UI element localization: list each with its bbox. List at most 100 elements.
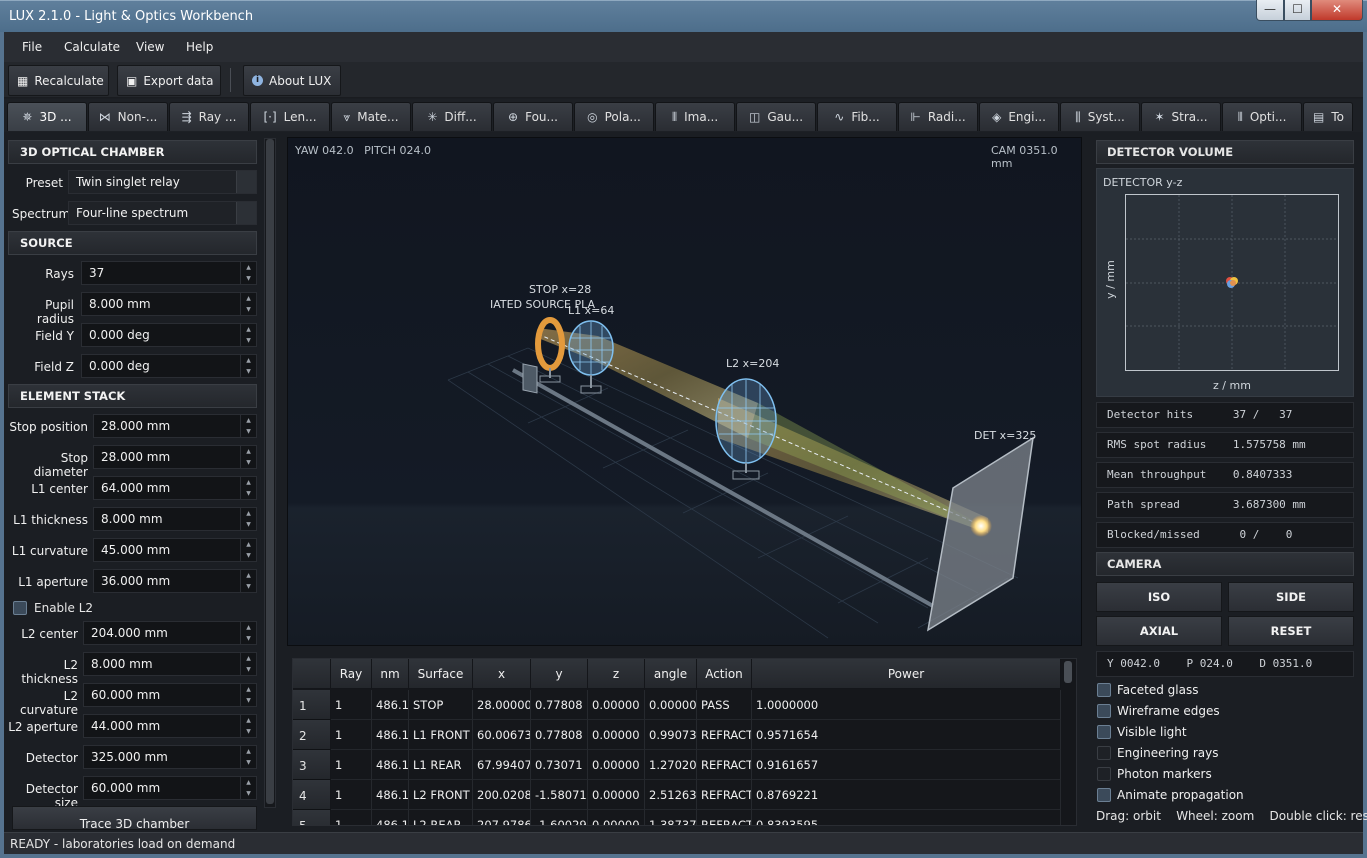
tab-material[interactable]: ⩔ Mate... bbox=[331, 102, 411, 131]
spin-arrows[interactable]: ▲ ▼ bbox=[240, 539, 256, 561]
visible-light-checkbox[interactable] bbox=[1097, 725, 1111, 739]
l2-thickness-spinbox[interactable]: 8.000 mm ▲ ▼ bbox=[83, 652, 257, 676]
tab-tools[interactable]: ▤ To bbox=[1303, 102, 1353, 131]
table-cell[interactable]: 1 bbox=[331, 750, 372, 780]
table-cell[interactable]: 0.00000 bbox=[645, 690, 697, 720]
field-y-spinbox[interactable]: 0.000 deg ▲ ▼ bbox=[81, 323, 257, 347]
menu-calculate[interactable]: Calculate bbox=[64, 40, 120, 54]
table-cell[interactable]: 0.73071 bbox=[531, 750, 588, 780]
column-header[interactable]: y bbox=[531, 659, 588, 689]
spin-arrows[interactable]: ▲ ▼ bbox=[240, 653, 256, 675]
spin-arrows[interactable]: ▲ ▼ bbox=[240, 415, 256, 437]
spectrum-select[interactable]: Four-line spectrum bbox=[68, 201, 257, 225]
l2-curvature-spinbox[interactable]: 60.000 mm ▲ ▼ bbox=[83, 683, 257, 707]
spin-arrows[interactable]: ▲ ▼ bbox=[240, 293, 256, 315]
column-header[interactable]: Power bbox=[752, 659, 1061, 689]
engineering-rays-checkbox[interactable] bbox=[1097, 746, 1111, 760]
about-button[interactable]: i About LUX bbox=[243, 65, 341, 96]
table-cell[interactable]: 1 bbox=[331, 780, 372, 810]
table-cell[interactable]: -1.60029 bbox=[531, 810, 588, 825]
3d-viewport[interactable]: YAW 042.0 PITCH 024.0 CAM 0351.0 mm STOP… bbox=[287, 137, 1082, 646]
side-button[interactable]: SIDE bbox=[1228, 582, 1354, 612]
l1-aperture-spinbox[interactable]: 36.000 mm ▲ ▼ bbox=[93, 569, 257, 593]
tab-engineering[interactable]: ◈ Engi... bbox=[979, 102, 1059, 131]
column-header[interactable]: Ray bbox=[331, 659, 372, 689]
ray-trace-table[interactable]: Ray nm Surface x y z angle Action Power … bbox=[292, 658, 1077, 826]
table-cell[interactable]: 0.77808 bbox=[531, 720, 588, 750]
spin-arrows[interactable]: ▲ ▼ bbox=[240, 477, 256, 499]
table-cell[interactable]: 1.38737 bbox=[645, 810, 697, 825]
table-cell[interactable]: L1 FRONT bbox=[409, 720, 473, 750]
table-cell[interactable]: REFRACT bbox=[697, 750, 752, 780]
row-header[interactable]: 2 bbox=[293, 720, 331, 750]
tab-fourier[interactable]: ⊕ Fou... bbox=[493, 102, 573, 131]
table-cell[interactable]: 486.1 bbox=[372, 690, 409, 720]
tab-radiometry[interactable]: ⊩ Radi... bbox=[898, 102, 978, 131]
l1-thickness-spinbox[interactable]: 8.000 mm ▲ ▼ bbox=[93, 507, 257, 531]
tab-fiber[interactable]: ∿ Fib... bbox=[817, 102, 897, 131]
l1-curvature-spinbox[interactable]: 45.000 mm ▲ ▼ bbox=[93, 538, 257, 562]
l2-center-spinbox[interactable]: 204.000 mm ▲ ▼ bbox=[83, 621, 257, 645]
table-cell[interactable]: 0.9161657 bbox=[752, 750, 1061, 780]
table-cell[interactable]: 1.0000000 bbox=[752, 690, 1061, 720]
scrollbar-thumb[interactable] bbox=[1064, 661, 1072, 683]
spin-arrows[interactable]: ▲ ▼ bbox=[240, 355, 256, 377]
axial-button[interactable]: AXIAL bbox=[1096, 616, 1222, 646]
tab-ray[interactable]: ⇶ Ray ... bbox=[169, 102, 249, 131]
spin-arrows[interactable]: ▲ ▼ bbox=[240, 684, 256, 706]
table-cell[interactable]: 0.00000 bbox=[588, 690, 645, 720]
spin-arrows[interactable]: ▲ ▼ bbox=[240, 622, 256, 644]
column-header[interactable]: z bbox=[588, 659, 645, 689]
table-cell[interactable]: 28.00000 bbox=[473, 690, 531, 720]
tab-non[interactable]: ⋈ Non-... bbox=[88, 102, 168, 131]
table-cell[interactable]: PASS bbox=[697, 690, 752, 720]
close-button[interactable]: ✕ bbox=[1311, 0, 1363, 21]
pupil-radius-spinbox[interactable]: 8.000 mm ▲ ▼ bbox=[81, 292, 257, 316]
spin-arrows[interactable]: ▲ ▼ bbox=[240, 324, 256, 346]
menu-view[interactable]: View bbox=[136, 40, 164, 54]
table-cell[interactable]: 2.51263 bbox=[645, 780, 697, 810]
table-cell[interactable]: 486.1 bbox=[372, 810, 409, 825]
scrollbar-thumb[interactable] bbox=[266, 139, 274, 804]
table-cell[interactable]: 0.8393595 bbox=[752, 810, 1061, 825]
table-cell[interactable]: 0.00000 bbox=[588, 750, 645, 780]
animate-propagation-checkbox[interactable] bbox=[1097, 788, 1111, 802]
table-cell[interactable]: 0.99073 bbox=[645, 720, 697, 750]
tab-gaussian[interactable]: ◫ Gau... bbox=[736, 102, 816, 131]
table-cell[interactable]: 1 bbox=[331, 720, 372, 750]
table-cell[interactable]: REFRACT bbox=[697, 810, 752, 825]
rays-spinbox[interactable]: 37 ▲ ▼ bbox=[81, 261, 257, 285]
row-header[interactable]: 5 bbox=[293, 810, 331, 825]
tab-stray[interactable]: ✶ Stra... bbox=[1141, 102, 1221, 131]
maximize-button[interactable]: ☐ bbox=[1284, 0, 1311, 21]
table-cell[interactable]: 0.00000 bbox=[588, 720, 645, 750]
table-cell[interactable]: 0.00000 bbox=[588, 810, 645, 825]
column-header[interactable]: nm bbox=[372, 659, 409, 689]
table-cell[interactable]: 1.27020 bbox=[645, 750, 697, 780]
spin-arrows[interactable]: ▲ ▼ bbox=[240, 777, 256, 799]
iso-button[interactable]: ISO bbox=[1096, 582, 1222, 612]
column-header[interactable]: Surface bbox=[409, 659, 473, 689]
menu-file[interactable]: File bbox=[22, 40, 42, 54]
table-cell[interactable]: 486.1 bbox=[372, 780, 409, 810]
table-cell[interactable]: 1 bbox=[331, 690, 372, 720]
table-cell[interactable]: 0.9571654 bbox=[752, 720, 1061, 750]
l2-aperture-spinbox[interactable]: 44.000 mm ▲ ▼ bbox=[83, 714, 257, 738]
spin-arrows[interactable]: ▲ ▼ bbox=[240, 746, 256, 768]
tab-3d[interactable]: ✵ 3D ... bbox=[7, 102, 87, 131]
spin-arrows[interactable]: ▲ ▼ bbox=[240, 508, 256, 530]
column-header[interactable]: angle bbox=[645, 659, 697, 689]
table-cell[interactable]: REFRACT bbox=[697, 780, 752, 810]
field-z-spinbox[interactable]: 0.000 deg ▲ ▼ bbox=[81, 354, 257, 378]
table-cell[interactable]: L2 REAR bbox=[409, 810, 473, 825]
table-cell[interactable]: 67.99407 bbox=[473, 750, 531, 780]
preset-select[interactable]: Twin singlet relay bbox=[68, 170, 257, 194]
detector-size-spinbox[interactable]: 60.000 mm ▲ ▼ bbox=[83, 776, 257, 800]
enable-l2-checkbox[interactable] bbox=[13, 601, 27, 615]
title-bar[interactable]: LUX 2.1.0 - Light & Optics Workbench bbox=[0, 0, 1367, 32]
tab-diffraction[interactable]: ✳ Diff... bbox=[412, 102, 492, 131]
row-header[interactable]: 3 bbox=[293, 750, 331, 780]
tab-system[interactable]: ⫼ Syst... bbox=[1060, 102, 1140, 131]
wireframe-edges-checkbox[interactable] bbox=[1097, 704, 1111, 718]
column-header[interactable]: Action bbox=[697, 659, 752, 689]
